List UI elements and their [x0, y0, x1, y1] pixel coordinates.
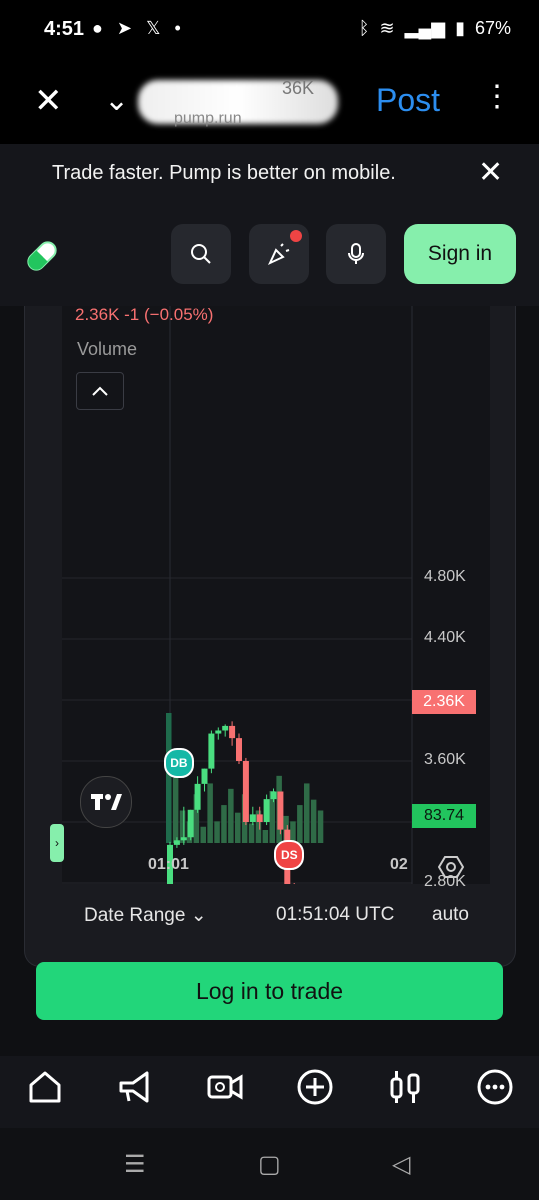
volume-bar	[297, 805, 303, 843]
volume-bar	[200, 826, 206, 843]
x-tick-1: 02	[390, 856, 408, 873]
post-button[interactable]: Post	[376, 82, 440, 119]
sign-in-button[interactable]: Sign in	[404, 224, 516, 284]
trade-marker-db[interactable]: DB	[163, 748, 194, 778]
legend-volume: Volume	[77, 339, 138, 359]
candle-body	[242, 761, 249, 822]
volume-bar	[235, 812, 241, 843]
x-tick-0: 01:01	[148, 856, 189, 873]
legend-price: 2.36K -1 (−0.05%)	[75, 305, 214, 324]
candle-body	[187, 809, 194, 838]
collapse-legend-button[interactable]	[76, 372, 124, 410]
candle-body	[249, 814, 256, 822]
sidebar-toggle[interactable]: ›	[50, 824, 64, 862]
y-tick-label: 3.60K	[424, 751, 466, 768]
volume-bar	[221, 805, 227, 843]
volume-bar	[207, 783, 213, 843]
dot-icon: •	[174, 18, 181, 38]
video-icon[interactable]	[202, 1064, 248, 1110]
mic-button[interactable]	[326, 224, 386, 284]
notification-dot	[290, 230, 302, 242]
volume-tag: 83.74	[412, 804, 476, 828]
chevron-down-icon: ⌄	[190, 905, 207, 926]
battery-percent: 67%	[474, 18, 511, 38]
candle-body	[194, 783, 201, 810]
home-icon[interactable]	[22, 1064, 68, 1110]
settings-hexagon-icon	[437, 856, 465, 878]
volume-bar	[172, 778, 179, 843]
status-time: 4:51	[44, 18, 85, 40]
candle-body	[256, 814, 263, 822]
candle-body	[277, 791, 284, 830]
candle-body	[270, 791, 277, 800]
current-price-tag: 2.36K	[412, 690, 476, 714]
page-url: pump.run	[174, 110, 242, 127]
x-icon: 𝕏	[145, 18, 161, 38]
candle-body	[173, 840, 180, 845]
tradingview-logo-icon[interactable]	[80, 776, 132, 828]
page-title: 36K	[282, 78, 315, 98]
auto-scale-toggle[interactable]: auto	[432, 904, 469, 926]
candle-body	[236, 738, 242, 761]
party-popper-icon	[267, 243, 290, 266]
status-bar: 4:51 ● ➤ 𝕏 • ᛒ ≋ ▂▄▆ ▮ 67%	[0, 0, 539, 60]
candle-body	[263, 799, 270, 822]
megaphone-icon[interactable]	[112, 1064, 158, 1110]
add-icon[interactable]	[292, 1064, 338, 1110]
telegram-icon: ➤	[116, 18, 132, 38]
back-icon[interactable]: ◁	[392, 1150, 410, 1179]
volume-bar	[214, 821, 220, 843]
browser-toolbar: ✕ ⌄ 36K pump.run Post ⋮	[0, 60, 539, 144]
log-in-to-trade-button[interactable]: Log in to trade	[36, 962, 503, 1020]
chat-icon: ●	[92, 18, 103, 38]
wifi-icon: ≋	[379, 18, 395, 38]
search-button[interactable]	[171, 224, 231, 284]
volume-bar	[262, 830, 269, 843]
search-icon	[191, 244, 211, 264]
recent-apps-icon[interactable]: ☰	[124, 1150, 146, 1179]
candle-body	[201, 768, 208, 784]
close-icon[interactable]: ✕	[34, 84, 63, 118]
candle-body	[215, 730, 222, 734]
candle-body	[180, 837, 187, 841]
y-tick-label: 4.40K	[424, 629, 466, 646]
volume-bar	[310, 799, 317, 843]
candle-body	[222, 725, 229, 731]
volume-bar	[248, 823, 255, 843]
signal-icon: ▂▄▆	[404, 18, 446, 38]
trade-marker-ds[interactable]: DS	[274, 839, 305, 870]
date-range-label: Date Range	[84, 905, 186, 926]
bluetooth-icon: ᛒ	[358, 18, 370, 38]
chart-candles-icon[interactable]	[382, 1064, 428, 1110]
bottom-nav	[0, 1056, 539, 1128]
volume-bar	[228, 788, 234, 843]
y-tick-label: 4.80K	[424, 568, 466, 585]
close-banner-icon[interactable]: ✕	[478, 158, 503, 188]
mobile-banner: Trade faster. Pump is better on mobile. …	[0, 144, 539, 204]
battery-icon: ▮	[455, 18, 465, 38]
system-icons: ᛒ ≋ ▂▄▆ ▮ 67%	[359, 18, 511, 39]
volume-bar	[317, 810, 324, 843]
chevron-up-icon	[92, 386, 108, 396]
candle-body	[229, 725, 236, 739]
notification-icons: ● ➤ 𝕏 •	[92, 18, 181, 39]
more-icon[interactable]: ⋮	[482, 82, 512, 112]
microphone-icon	[348, 243, 364, 264]
more-options-icon[interactable]	[472, 1064, 518, 1110]
banner-text: Trade faster. Pump is better on mobile.	[52, 162, 396, 184]
candle-body	[208, 733, 215, 769]
pill-logo-icon[interactable]	[22, 236, 62, 281]
utc-time: 01:51:04 UTC	[276, 904, 395, 925]
date-range-dropdown[interactable]: Date Range ⌄	[84, 904, 207, 927]
chevron-down-icon[interactable]: ⌄	[104, 84, 129, 118]
volume-bar	[166, 713, 172, 843]
home-button-icon[interactable]: ▢	[258, 1150, 281, 1179]
volume-bar	[304, 783, 310, 843]
chart-settings-button[interactable]	[437, 854, 465, 885]
